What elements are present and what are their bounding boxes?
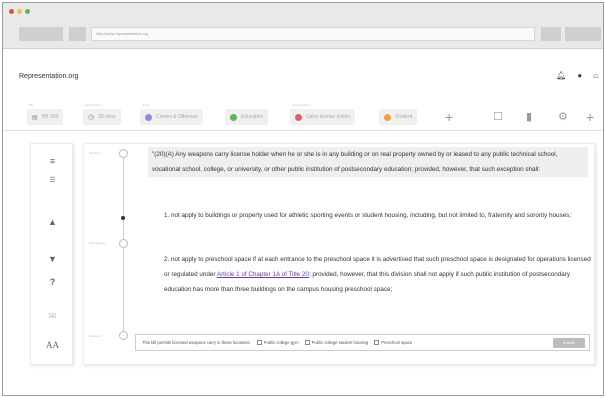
bell-icon[interactable]: 🔔︎ [556, 71, 566, 80]
topic-tag-education[interactable]: Education [225, 109, 269, 125]
bill-text-panel: Section 1 Discussion 1 Section 2 "(20)(A… [83, 143, 595, 365]
stakeholder-tag-student[interactable]: Student [379, 109, 418, 125]
tool-sidebar: ≡ ☰ ▲ ▼ ? ✉ AA [30, 143, 73, 365]
tag-icon: ▤ [32, 114, 38, 121]
extension-button[interactable] [541, 27, 561, 41]
url-bar[interactable]: http://www.representation.org [91, 27, 535, 41]
list-icon[interactable]: ≡ [31, 156, 74, 166]
help-icon[interactable]: ? [31, 277, 74, 287]
statute-link[interactable]: Article 1 of Chapter 1A of Title 20 [217, 271, 309, 278]
clock-icon: ◷ [88, 114, 95, 121]
app-header: Representation.org 🔔︎ ● ⌂ [3, 66, 603, 86]
message-icon[interactable]: ✉ [31, 311, 74, 321]
browser-window: http://www.representation.org Representa… [2, 2, 604, 396]
checkbox-icon[interactable] [374, 340, 380, 345]
forward-button[interactable] [69, 27, 86, 41]
poll-option-preschool[interactable]: Preschool space [374, 340, 412, 345]
add-tag-icon[interactable]: + [445, 110, 453, 124]
browser-chrome: http://www.representation.org [3, 3, 603, 49]
stakeholder-color-dot [384, 113, 391, 121]
checkbox-icon[interactable] [256, 340, 262, 345]
add-icon[interactable]: + [586, 110, 594, 124]
stakeholder-color-dot [295, 113, 302, 121]
poll-bar: This bill permits licensed weapons carry… [135, 334, 590, 351]
settings-icon[interactable]: ⚙ [558, 111, 568, 123]
minimize-window-button[interactable] [17, 9, 22, 14]
section-label: Section 1 [89, 151, 102, 155]
submit-button[interactable]: Submit [553, 338, 585, 348]
stakeholder-tag-carry-license[interactable]: Stakeholders Carry license holder [290, 103, 356, 125]
timeline-node[interactable] [119, 331, 128, 340]
thumbs-up-icon[interactable]: ▲ [31, 217, 74, 227]
bill-tag-row: Bill ▤ HB 280 Est Duration ◷ 30 mins Topic… [3, 103, 603, 131]
bill-number-tag: Bill ▤ HB 280 [27, 103, 64, 125]
duration-tag: Est Duration ◷ 30 mins [83, 103, 121, 125]
home-icon[interactable]: ⌂ [593, 71, 598, 80]
poll-option-housing[interactable]: Public college student housing [304, 340, 368, 345]
topic-tag-crimes[interactable]: Topic Crimes & Offenses [140, 103, 203, 125]
poll-option-gym[interactable]: Public college gym [256, 340, 299, 345]
menu-button[interactable] [565, 27, 601, 41]
back-button[interactable] [19, 27, 63, 41]
section-label: Discussion 1 [89, 241, 107, 245]
section-label: Section 2 [89, 334, 102, 338]
close-window-button[interactable] [9, 9, 14, 14]
poll-prompt: This bill permits licensed weapons carry… [142, 340, 251, 345]
thumbs-down-icon[interactable]: ▼ [31, 254, 74, 264]
outline-icon[interactable]: ☰ [31, 176, 74, 186]
trash-icon[interactable]: ▮ [526, 111, 532, 123]
topic-color-dot [145, 113, 152, 121]
timeline-node[interactable] [119, 149, 128, 158]
timeline-node[interactable] [119, 239, 128, 248]
site-title[interactable]: Representation.org [19, 73, 79, 80]
bill-paragraph[interactable]: 2. not apply to preschool space if at ea… [164, 252, 594, 297]
bill-paragraph[interactable]: 1. not apply to buildings or property us… [164, 208, 603, 223]
bill-paragraph[interactable]: "(20)(A) Any weapons carry license holde… [148, 147, 588, 177]
bookmark-icon[interactable]: ☐ [493, 111, 503, 123]
checkbox-icon[interactable] [304, 340, 310, 345]
font-size-icon[interactable]: AA [31, 340, 74, 350]
timeline-marker [121, 216, 125, 220]
maximize-window-button[interactable] [25, 9, 30, 14]
user-icon[interactable]: ● [577, 71, 582, 80]
topic-color-dot [230, 113, 237, 121]
